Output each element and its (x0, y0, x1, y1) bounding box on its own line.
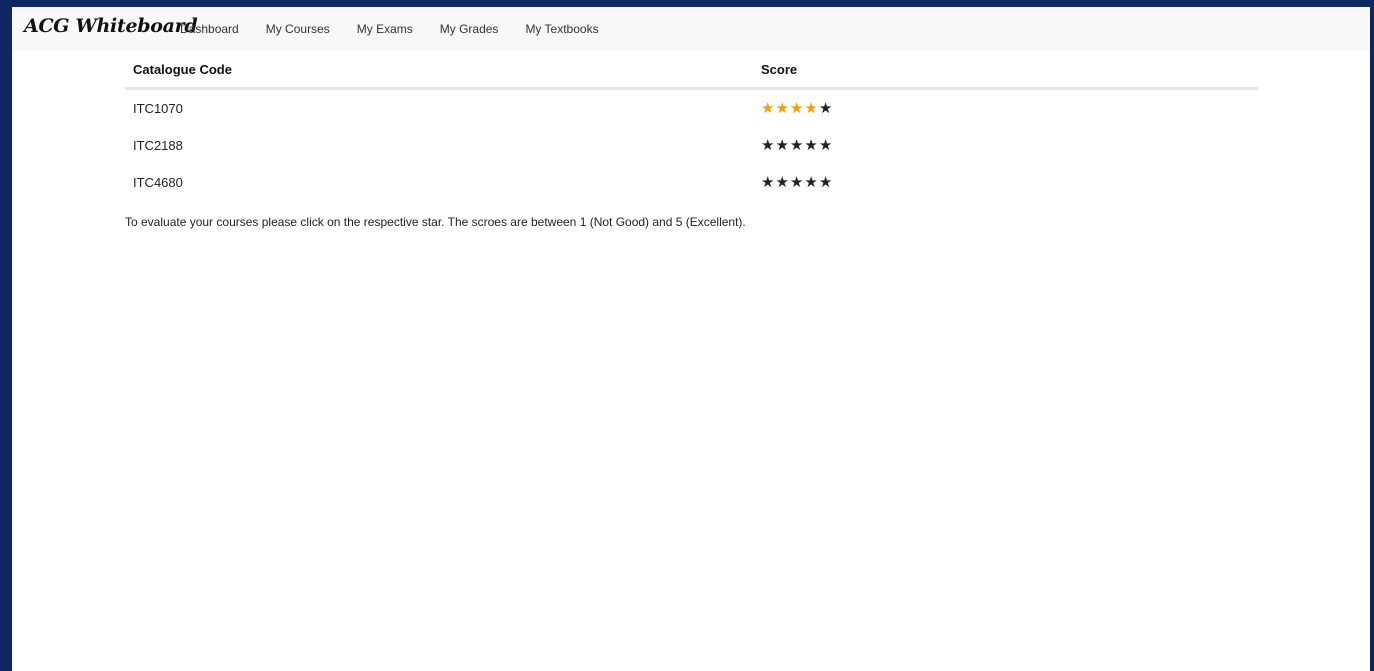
star-icon[interactable]: ★ (819, 175, 832, 190)
table-row: ITC4680 ★ ★ ★ ★ ★ (125, 164, 1258, 201)
nav-links: Dashboard My Courses My Exams My Grades … (180, 7, 626, 51)
star-icon[interactable]: ★ (775, 138, 788, 153)
star-icon[interactable]: ★ (790, 175, 803, 190)
score-cell: ★ ★ ★ ★ ★ (753, 89, 1258, 128)
table-row: ITC1070 ★ ★ ★ ★ ★ (125, 89, 1258, 128)
star-icon[interactable]: ★ (790, 138, 803, 153)
table-row: ITC2188 ★ ★ ★ ★ ★ (125, 127, 1258, 164)
score-cell: ★ ★ ★ ★ ★ (753, 164, 1258, 201)
brand-logo[interactable]: ACG Whiteboard (24, 15, 198, 37)
app-window: ACG Whiteboard Dashboard My Courses My E… (12, 7, 1370, 671)
score-cell: ★ ★ ★ ★ ★ (753, 127, 1258, 164)
star-icon[interactable]: ★ (819, 101, 832, 116)
star-icon[interactable]: ★ (761, 175, 774, 190)
evaluation-instructions: To evaluate your courses please click on… (125, 215, 746, 229)
column-header-catalogue-code: Catalogue Code (125, 51, 753, 90)
top-navbar: ACG Whiteboard Dashboard My Courses My E… (12, 7, 1370, 51)
star-icon[interactable]: ★ (804, 101, 817, 116)
star-icon[interactable]: ★ (804, 175, 817, 190)
nav-link-my-exams[interactable]: My Exams (357, 22, 413, 36)
table-header-row: Catalogue Code Score (125, 51, 1258, 90)
star-icon[interactable]: ★ (804, 138, 817, 153)
star-icon[interactable]: ★ (819, 138, 832, 153)
star-rating: ★ ★ ★ ★ ★ (761, 175, 833, 190)
star-rating: ★ ★ ★ ★ ★ (761, 101, 833, 116)
catalogue-code-cell: ITC1070 (133, 101, 183, 116)
nav-link-my-grades[interactable]: My Grades (440, 22, 499, 36)
catalogue-code-cell: ITC2188 (133, 138, 183, 153)
nav-link-dashboard[interactable]: Dashboard (180, 22, 239, 36)
nav-link-my-textbooks[interactable]: My Textbooks (525, 22, 598, 36)
column-header-score: Score (753, 51, 1258, 90)
star-icon[interactable]: ★ (790, 101, 803, 116)
course-evaluation-table: Catalogue Code Score ITC1070 ★ ★ ★ ★ ★ ITC21… (125, 51, 1258, 201)
star-icon[interactable]: ★ (775, 175, 788, 190)
main-content: Catalogue Code Score ITC1070 ★ ★ ★ ★ ★ ITC21… (125, 51, 1258, 229)
star-icon[interactable]: ★ (761, 138, 774, 153)
star-icon[interactable]: ★ (761, 101, 774, 116)
star-rating: ★ ★ ★ ★ ★ (761, 138, 833, 153)
nav-link-my-courses[interactable]: My Courses (266, 22, 330, 36)
catalogue-code-cell: ITC4680 (133, 175, 183, 190)
star-icon[interactable]: ★ (775, 101, 788, 116)
